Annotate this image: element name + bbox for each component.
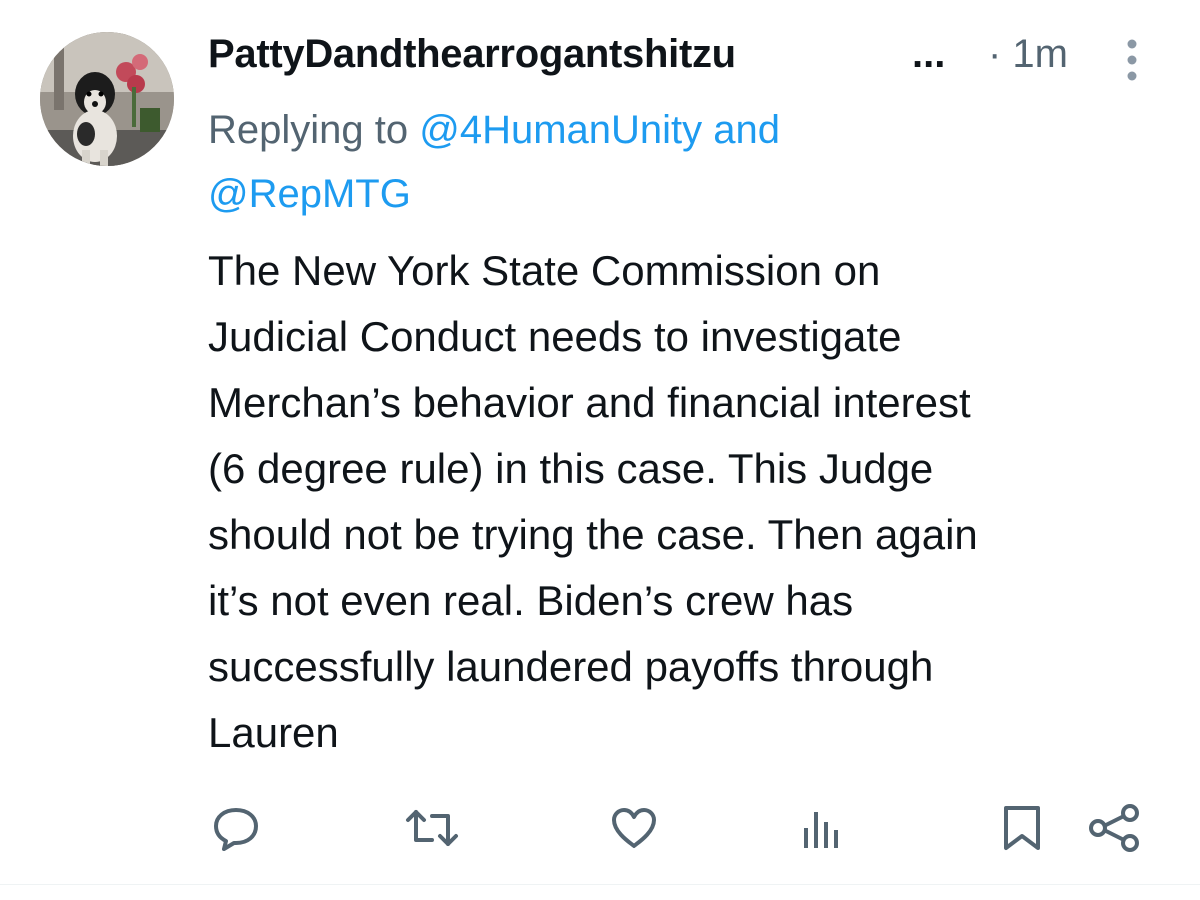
action-bar [0,790,1200,860]
timestamp[interactable]: · 1m [988,32,1068,77]
tweet-header: PattyDandthearrogantshitzu ... · 1m [208,28,1168,88]
name-truncation: ... [912,32,946,76]
tweet-divider [0,884,1200,885]
heart-icon [612,808,656,848]
replying-to: Replying to @4HumanUnity and @RepMTG [208,98,1108,226]
like-button[interactable] [604,798,664,858]
replying-prefix: Replying to [208,108,420,152]
more-vertical-icon [1127,39,1137,81]
bookmark-icon [1004,806,1040,850]
mention-link[interactable]: @4HumanUnity [419,108,702,152]
mention-link[interactable]: @RepMTG [208,172,411,216]
reply-icon [214,808,258,851]
views-button[interactable] [790,798,850,858]
bookmark-button[interactable] [992,798,1052,858]
retweet-icon [406,810,458,846]
views-icon [804,812,838,848]
tweet-text: The New York State Commission on Judicia… [208,247,978,756]
display-name[interactable]: PattyDandthearrogantshitzu [208,32,736,77]
avatar[interactable] [40,32,174,166]
more-button[interactable] [1120,36,1144,84]
retweet-button[interactable] [402,798,462,858]
reply-button[interactable] [206,798,266,858]
tweet[interactable]: PattyDandthearrogantshitzu ... · 1m Repl… [0,0,1200,900]
replying-joiner: and [702,108,781,152]
share-button[interactable] [1084,798,1144,858]
dog-avatar-image [40,32,174,166]
share-icon [1089,804,1139,852]
